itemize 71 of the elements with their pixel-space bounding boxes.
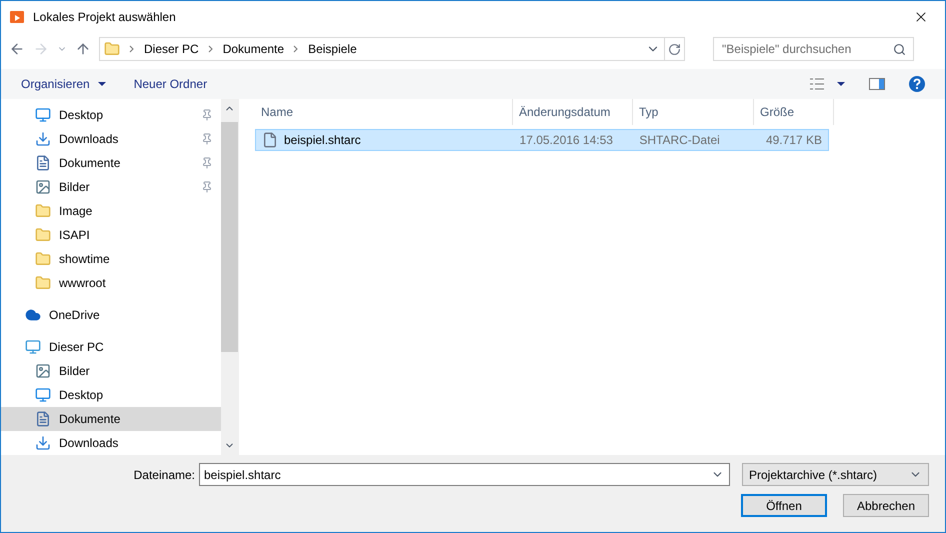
sidebar-item[interactable]: Downloads: [1, 127, 221, 151]
scroll-thumb[interactable]: [221, 122, 238, 352]
caret-icon: [98, 82, 106, 86]
pin-icon[interactable]: [201, 133, 213, 145]
column-header[interactable]: Änderungsdatum: [513, 99, 633, 125]
picture-icon: [35, 179, 51, 195]
download-icon: [35, 131, 51, 147]
filename-label: Dateiname:: [134, 466, 195, 484]
sidebar-item[interactable]: Desktop: [1, 383, 221, 407]
chevron-icon: [292, 45, 300, 53]
sidebar-item[interactable]: wwwroot: [1, 271, 221, 295]
sidebar-item[interactable]: Bilder: [1, 359, 221, 383]
pin-icon[interactable]: [201, 181, 213, 193]
clapperboard-icon: [9, 9, 25, 25]
new-folder-button[interactable]: Neuer Ordner: [134, 75, 208, 93]
chevron-icon: [128, 45, 136, 53]
sidebar-item[interactable]: Bilder: [1, 175, 221, 199]
table-cell-text: 17.05.2016 14:53: [520, 132, 613, 149]
computer-icon: [25, 339, 41, 355]
file-icon: [262, 132, 278, 148]
breadcrumb[interactable]: Dokumente: [222, 40, 284, 58]
cancel-button[interactable]: Abbrechen: [843, 494, 929, 517]
preview-pane-icon[interactable]: [869, 78, 885, 90]
download-icon: [35, 435, 51, 451]
sidebar-item[interactable]: OneDrive: [1, 303, 221, 327]
view-list-icon[interactable]: [809, 77, 825, 91]
folder-icon: [104, 41, 120, 57]
picture-icon: [35, 363, 51, 379]
cloud-icon: [25, 307, 41, 323]
open-button[interactable]: Öffnen: [741, 494, 827, 517]
table-cell-text: 49.717 KB: [766, 132, 822, 149]
refresh-icon[interactable]: [668, 42, 681, 56]
file-row[interactable]: beispiel.shtarc 17.05.2016 14:53 SHTARC-Datei 49.717 KB: [255, 129, 829, 151]
folder-icon: [35, 251, 51, 267]
organize-menu[interactable]: Organisieren: [21, 75, 106, 93]
pin-icon[interactable]: [201, 157, 213, 169]
up-icon[interactable]: [75, 41, 91, 57]
column-header[interactable]: Name: [255, 99, 513, 125]
sidebar-item[interactable]: Desktop: [1, 103, 221, 127]
breadcrumb[interactable]: Beispiele: [308, 40, 357, 58]
sidebar-item[interactable]: Image: [1, 199, 221, 223]
sidebar-item[interactable]: Dieser PC: [1, 335, 221, 359]
monitor-icon: [35, 387, 51, 403]
sidebar-item[interactable]: ISAPI: [1, 223, 221, 247]
folder-icon: [35, 227, 51, 243]
sidebar-item[interactable]: Downloads: [1, 431, 221, 455]
document-icon: [35, 155, 51, 171]
column-header[interactable]: Typ: [633, 99, 754, 125]
filename-field[interactable]: beispiel.shtarc: [199, 463, 730, 486]
sidebar-item[interactable]: Dokumente: [1, 151, 221, 175]
sidebar-item[interactable]: showtime: [1, 247, 221, 271]
scrollbar[interactable]: [221, 99, 238, 455]
chevron-icon: [206, 45, 215, 53]
folder-icon: [35, 275, 51, 291]
file-type-dropdown[interactable]: Projektarchive (*.shtarc): [742, 463, 929, 486]
caret-icon[interactable]: [837, 82, 845, 86]
search-field[interactable]: "Beispiele" durchsuchen: [713, 37, 914, 61]
address-bar[interactable]: Dieser PC Dokumente Beispiele: [99, 37, 685, 61]
search-icon[interactable]: [893, 43, 906, 56]
help-icon[interactable]: [909, 76, 925, 92]
sidebar-item[interactable]: Dokumente: [1, 407, 221, 431]
pin-icon[interactable]: [201, 109, 213, 121]
monitor-icon: [35, 107, 51, 123]
table-cell-text: SHTARC-Datei: [639, 132, 720, 149]
table-cell-text: beispiel.shtarc: [284, 132, 361, 149]
folder-icon: [35, 203, 51, 219]
back-icon[interactable]: [9, 41, 25, 57]
breadcrumb[interactable]: Dieser PC: [144, 40, 199, 58]
document-icon: [35, 411, 51, 427]
window-title: Lokales Projekt auswählen: [33, 9, 176, 26]
column-header[interactable]: Größe: [754, 99, 834, 125]
